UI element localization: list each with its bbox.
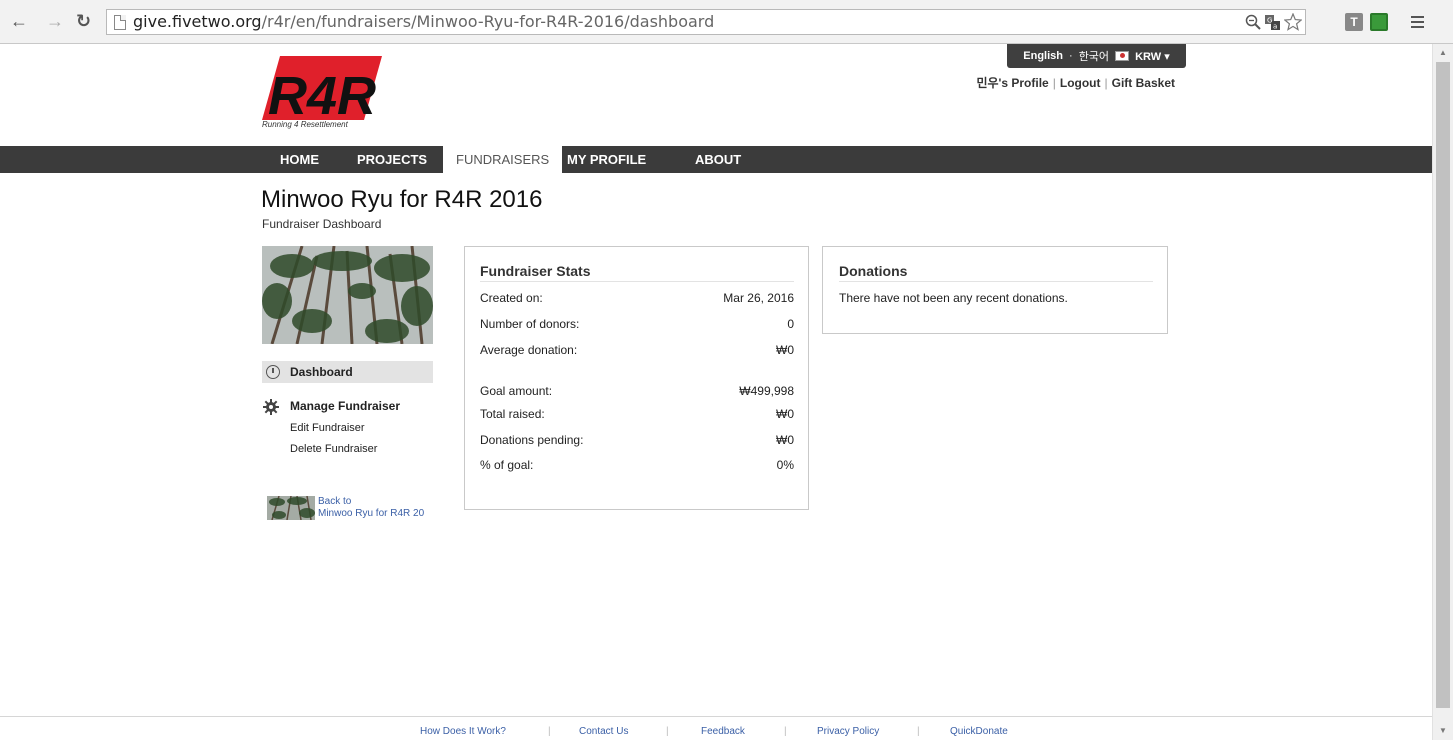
t-extension-icon[interactable]: T [1345,13,1363,31]
pine-trees-image [262,246,433,344]
sidebar-item-label: Dashboard [290,365,353,379]
footer-how-link[interactable]: How Does It Work? [420,726,506,737]
footer-separator: | [666,726,669,737]
logo-tagline: Running 4 Resettlement [262,120,348,129]
profile-link[interactable]: 민우's Profile [976,76,1048,90]
footer-feedback-link[interactable]: Feedback [701,726,745,737]
footer-separator: | [784,726,787,737]
fundraiser-photo [262,246,433,344]
nav-projects[interactable]: PROJECTS [357,146,427,173]
fundraiser-thumbnail [267,496,315,520]
lang-english[interactable]: English [1023,50,1063,62]
svg-text:a: a [1273,23,1277,31]
currency-selector[interactable]: KRW ▾ [1135,50,1170,63]
browser-toolbar: ← → ↻ give.fivetwo.org/r4r/en/fundraiser… [0,0,1453,44]
url-host: give.fivetwo.org [133,12,262,31]
footer-separator: | [917,726,920,737]
fundraiser-stats-panel: Fundraiser Stats Created on: Mar 26, 2016… [464,246,809,510]
korea-flag-icon [1115,51,1130,61]
language-currency-bar: English · 한국어 KRW ▾ [1007,44,1186,68]
gift-basket-link[interactable]: Gift Basket [1112,76,1175,90]
forward-arrow-icon[interactable]: → [46,12,64,30]
footer-privacy-link[interactable]: Privacy Policy [817,726,879,737]
scroll-up-icon[interactable]: ▲ [1439,48,1447,57]
delete-fundraiser-link[interactable]: Delete Fundraiser [290,443,377,455]
nav-fundraisers[interactable]: FUNDRAISERS [443,146,563,173]
translate-icon[interactable]: Ga [1264,14,1281,31]
address-bar[interactable]: give.fivetwo.org/r4r/en/fundraisers/Minw… [106,9,1306,35]
reload-icon[interactable]: ↻ [76,12,91,30]
manage-fundraiser-heading: Manage Fundraiser [290,399,401,413]
back-to-name: Minwoo Ryu for R4R 20 [318,508,425,519]
donations-panel: Donations There have not been any recent… [822,246,1168,334]
scrollbar-thumb[interactable] [1436,62,1450,708]
donations-heading: Donations [839,263,908,279]
no-donations-text: There have not been any recent donations… [839,291,1068,305]
svg-text:G: G [1267,17,1272,25]
svg-text:R4R: R4R [268,66,376,120]
stat-row-percent: % of goal: 0% [480,458,794,472]
back-to-label: Back to [318,496,352,507]
stat-row-average: Average donation: ₩0 [480,343,794,357]
sidebar-item-dashboard[interactable]: Dashboard [262,361,433,383]
url-path: /r4r/en/fundraisers/Minwoo-Ryu-for-R4R-2… [261,12,715,31]
footer-contact-link[interactable]: Contact Us [579,726,628,737]
bookmark-star-icon[interactable] [1284,13,1302,31]
nav-about[interactable]: ABOUT [695,146,741,173]
user-links: 민우's Profile | Logout | Gift Basket [976,76,1175,90]
vertical-scrollbar[interactable]: ▲ ▼ [1432,44,1453,740]
stats-heading: Fundraiser Stats [480,263,591,279]
footer: How Does It Work? | Contact Us | Feedbac… [0,716,1432,740]
main-nav: HOME PROJECTS FUNDRAISERS MY PROFILE ABO… [0,146,1432,173]
page-title: Minwoo Ryu for R4R 2016 [261,186,543,213]
stat-row-created: Created on: Mar 26, 2016 [480,291,794,305]
edit-fundraiser-link[interactable]: Edit Fundraiser [290,422,365,434]
nav-my-profile[interactable]: MY PROFILE [567,146,646,173]
logo-graphic: R4R [262,56,382,126]
nav-home[interactable]: HOME [280,146,319,173]
footer-quickdonate-link[interactable]: QuickDonate [950,726,1008,737]
scroll-down-icon[interactable]: ▼ [1439,726,1447,735]
footer-separator: | [548,726,551,737]
divider [480,281,794,282]
r4r-logo[interactable]: R4R Running 4 Resettlement [262,56,382,131]
page-icon [114,15,126,30]
dashboard-clock-icon [266,365,280,379]
back-arrow-icon[interactable]: ← [10,12,28,30]
stat-row-donors: Number of donors: 0 [480,317,794,331]
menu-hamburger-icon[interactable] [1410,14,1426,30]
divider [839,281,1153,282]
page-subtitle: Fundraiser Dashboard [262,217,382,231]
zoom-icon[interactable] [1245,14,1261,30]
logout-link[interactable]: Logout [1060,76,1101,90]
stat-row-raised: Total raised: ₩0 [480,407,794,421]
stat-row-goal: Goal amount: ₩499,998 [480,384,794,398]
lang-korean[interactable]: 한국어 [1079,48,1109,64]
shield-extension-icon[interactable] [1370,13,1388,31]
stat-row-pending: Donations pending: ₩0 [480,433,794,447]
